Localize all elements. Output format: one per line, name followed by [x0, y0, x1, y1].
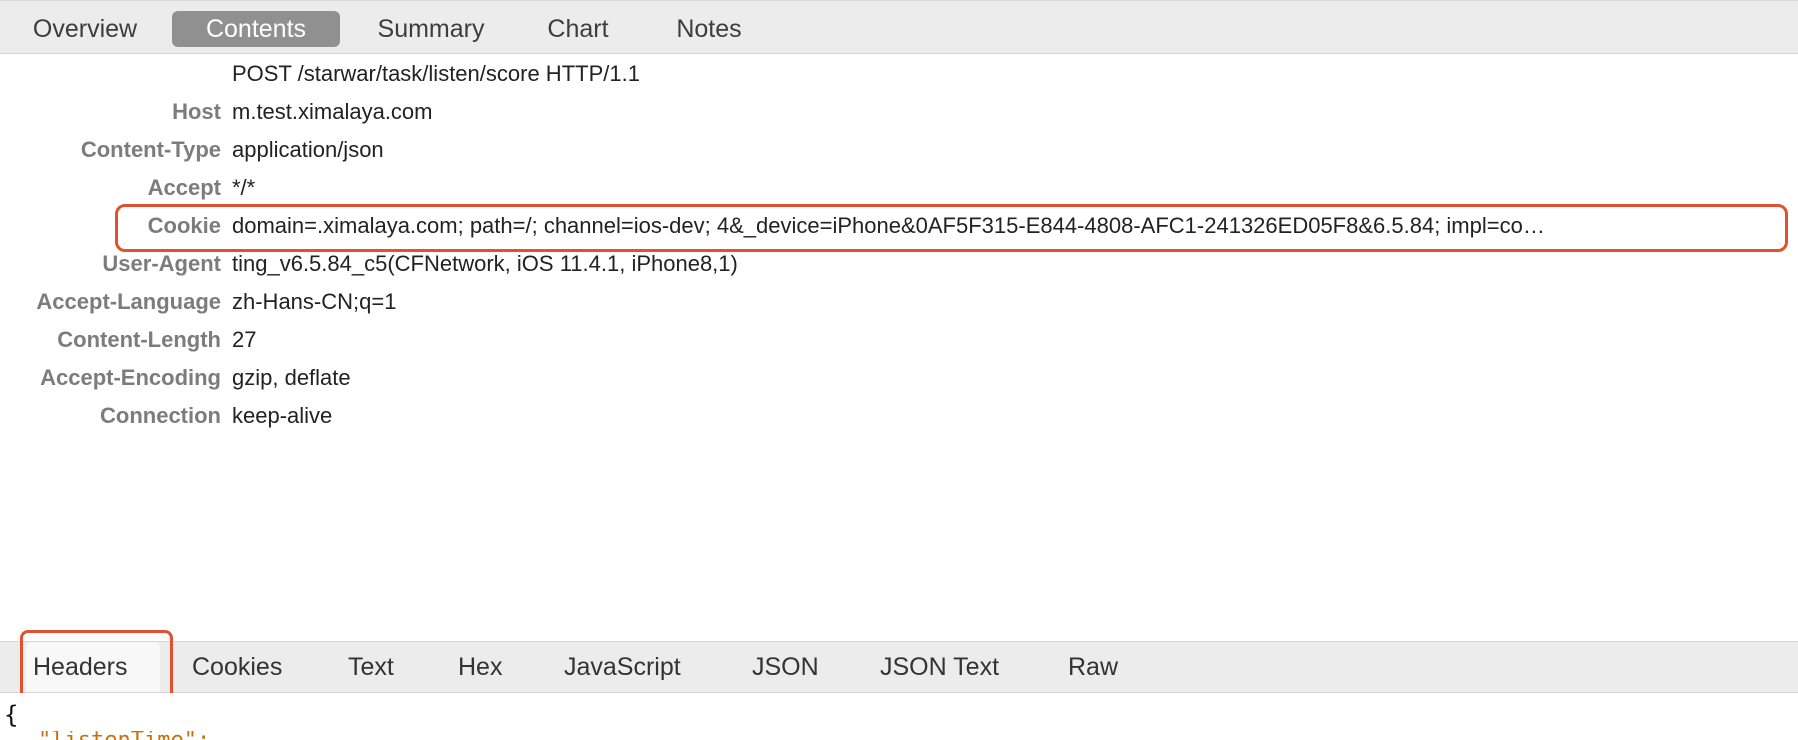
- header-key: Content-Length: [57, 327, 221, 352]
- json-partial-line: "listenTime":: [38, 731, 210, 740]
- tab-chart[interactable]: Chart: [522, 11, 634, 47]
- tab-contents[interactable]: Contents: [172, 11, 340, 47]
- tab-json-text[interactable]: JSON Text: [880, 642, 999, 692]
- header-row[interactable]: Accept */*: [0, 169, 1798, 207]
- request-line-row: POST /starwar/task/listen/score HTTP/1.1: [0, 55, 1798, 93]
- header-key: Connection: [100, 403, 221, 428]
- top-tab-bar: Overview Contents Summary Chart Notes: [0, 0, 1798, 54]
- header-row[interactable]: Connection keep-alive: [0, 397, 1798, 435]
- header-value: */*: [232, 175, 256, 200]
- header-value: keep-alive: [232, 403, 333, 428]
- tab-raw[interactable]: Raw: [1068, 642, 1118, 692]
- header-key: Content-Type: [80, 137, 221, 162]
- tab-javascript[interactable]: JavaScript: [564, 642, 681, 692]
- header-key: Accept-Encoding: [40, 365, 221, 390]
- header-value: 27: [232, 327, 257, 352]
- tab-hex[interactable]: Hex: [458, 642, 502, 692]
- tab-notes[interactable]: Notes: [650, 11, 768, 47]
- bottom-tab-bar: Headers Cookies Text Hex JavaScript JSON…: [0, 641, 1798, 693]
- header-value: zh-Hans-CN;q=1: [232, 289, 397, 314]
- header-value: m.test.ximalaya.com: [232, 99, 433, 124]
- tab-summary[interactable]: Summary: [352, 11, 510, 47]
- header-row[interactable]: Accept-Language zh-Hans-CN;q=1: [0, 283, 1798, 321]
- request-line: POST /starwar/task/listen/score HTTP/1.1: [232, 61, 640, 86]
- tab-overview[interactable]: Overview: [10, 11, 160, 47]
- tab-json[interactable]: JSON: [752, 642, 819, 692]
- header-row[interactable]: Content-Length 27: [0, 321, 1798, 359]
- header-key: Host: [172, 99, 221, 124]
- cookie-highlight-box: [115, 204, 1788, 252]
- header-value: gzip, deflate: [232, 365, 351, 390]
- tab-text[interactable]: Text: [348, 642, 394, 692]
- header-key: Accept: [147, 175, 221, 200]
- json-open-brace: {: [4, 701, 19, 729]
- body-content-pane[interactable]: { "listenTime":: [0, 693, 1798, 740]
- header-key: Accept-Language: [36, 289, 221, 314]
- header-value: application/json: [232, 137, 384, 162]
- header-row[interactable]: Accept-Encoding gzip, deflate: [0, 359, 1798, 397]
- header-row[interactable]: Host m.test.ximalaya.com: [0, 93, 1798, 131]
- tab-cookies[interactable]: Cookies: [192, 642, 282, 692]
- header-row[interactable]: Content-Type application/json: [0, 131, 1798, 169]
